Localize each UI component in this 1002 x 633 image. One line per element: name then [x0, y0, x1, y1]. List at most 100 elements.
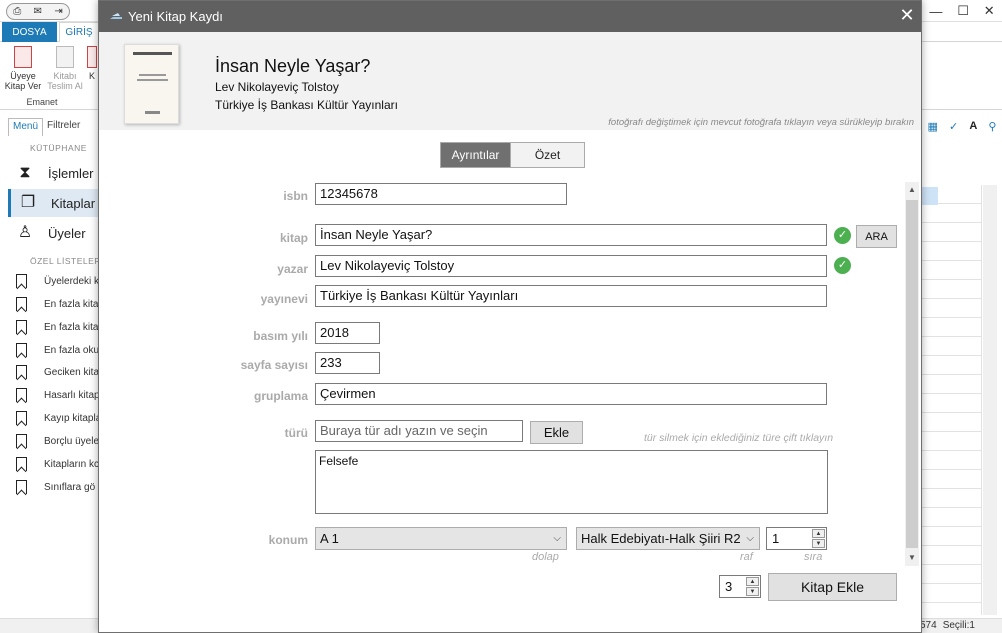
genre-list-item[interactable]: Felsefe: [319, 454, 824, 468]
stepper-up-icon[interactable]: ▲: [812, 529, 825, 538]
tab-file[interactable]: DOSYA: [2, 22, 57, 42]
close-window-icon[interactable]: ✕: [984, 3, 995, 19]
quick-access-toolbar[interactable]: ⎙ ✉ ⇥: [6, 3, 70, 20]
search-button[interactable]: ARA: [856, 225, 897, 248]
books-grid[interactable]: [922, 185, 982, 615]
book-out-icon: [14, 46, 32, 68]
list-item[interactable]: Geciken kita: [16, 363, 99, 381]
author-input[interactable]: Lev Nikolayeviç Tolstoy: [315, 255, 827, 277]
bookmark-icon: [16, 320, 27, 334]
font-size-icon[interactable]: A: [969, 120, 977, 132]
lend-book-button[interactable]: Üyeye Kitap Ver: [1, 46, 45, 91]
sidebar-item-operations[interactable]: ⧗ İşlemler: [8, 159, 99, 187]
books-icon: ❐: [20, 194, 36, 211]
tab-summary[interactable]: Özet: [510, 143, 584, 167]
sidebar-tabs: Menü Filtreler: [8, 118, 84, 136]
bookmark-icon: [16, 411, 27, 425]
search-icon[interactable]: ⚲: [988, 120, 996, 133]
scroll-up-icon[interactable]: ▲: [905, 182, 919, 198]
publisher-input[interactable]: Türkiye İş Bankası Kültür Yayınları: [315, 285, 827, 307]
isbn-input[interactable]: 12345678: [315, 183, 567, 205]
tab-menu[interactable]: Menü: [8, 118, 44, 136]
year-label: basım yılı: [253, 329, 308, 343]
shelf-caption: raf: [740, 551, 753, 563]
mail-icon[interactable]: ✉: [34, 6, 42, 17]
list-item[interactable]: En fazla kita: [16, 295, 99, 313]
close-icon[interactable]: ✕: [896, 4, 918, 26]
list-item[interactable]: Kitapların kc: [16, 455, 99, 473]
list-item[interactable]: Borçlu üyele: [16, 432, 99, 450]
genre-hint: tür silmek için eklediğiniz türe çift tı…: [644, 432, 834, 444]
bookmark-icon: [16, 480, 27, 494]
maximize-icon[interactable]: ☐: [957, 3, 969, 19]
special-lists-label: ÖZEL LİSTELER: [30, 256, 101, 266]
stepper-down-icon[interactable]: ▼: [746, 587, 759, 596]
book-title: İnsan Neyle Yaşar?: [215, 56, 371, 76]
list-item[interactable]: En fazla oku: [16, 341, 99, 359]
ribbon-partial-label: K: [88, 71, 95, 81]
tab-details[interactable]: Ayrıntılar: [441, 143, 511, 167]
scroll-down-icon[interactable]: ▼: [905, 550, 919, 566]
list-item-label: Kayıp kitapla: [44, 412, 99, 424]
genre-input[interactable]: Buraya tür adı yazın ve seçin: [315, 420, 523, 442]
list-item[interactable]: En fazla kita: [16, 318, 99, 336]
list-item-label: Üyelerdeki k: [44, 275, 99, 287]
stepper-up-icon[interactable]: ▲: [746, 577, 759, 586]
add-book-button[interactable]: Kitap Ekle: [768, 573, 897, 601]
publisher-label: yayınevi: [260, 292, 308, 306]
sidebar-item-members[interactable]: ♙ Üyeler: [8, 219, 99, 247]
ribbon-partial-icon: [87, 46, 97, 68]
grouping-input[interactable]: Çevirmen: [315, 383, 827, 405]
bookmark-icon: [16, 274, 27, 288]
pages-input[interactable]: 233: [315, 352, 380, 374]
grid-toolbar: ▦ ✓ A ⚲: [922, 116, 1002, 136]
list-item[interactable]: Sınıflara gö: [16, 478, 99, 496]
book-title-input[interactable]: İnsan Neyle Yaşar?: [315, 224, 827, 246]
selected-count: Seçili:1: [942, 620, 975, 631]
tab-filters[interactable]: Filtreler: [43, 118, 84, 136]
bookmark-icon: [16, 343, 27, 357]
sidebar-item-books[interactable]: ❐ Kitaplar: [8, 189, 99, 217]
bookmark-icon: [16, 457, 27, 471]
book-in-icon: [56, 46, 74, 68]
book-cover-image[interactable]: [124, 44, 179, 124]
list-item-label: Sınıflara gö: [44, 481, 96, 493]
cabinet-select[interactable]: A 1 ⌵: [315, 527, 567, 550]
chevron-down-icon: ⌵: [746, 533, 754, 544]
copies-stepper[interactable]: 3 ▲ ▼: [719, 575, 761, 598]
return-book-button[interactable]: Kitabı Teslim Al: [43, 46, 87, 91]
list-item[interactable]: Hasarlı kitap: [16, 386, 99, 404]
export-icon[interactable]: ⇥: [54, 6, 62, 17]
status-info: 574 Seçili:1: [920, 618, 1002, 633]
genre-list[interactable]: Felsefe: [315, 450, 828, 514]
sidebar-item-label: Kitaplar: [51, 195, 96, 211]
shelf-select[interactable]: Halk Edebiyatı-Halk Şiiri R2 ⌵: [576, 527, 760, 550]
grid-selected-row[interactable]: [922, 187, 938, 205]
book-publisher: Türkiye İş Bankası Kültür Yayınları: [215, 98, 398, 112]
bookmark-icon: [16, 434, 27, 448]
sidebar-item-label: Üyeler: [48, 225, 86, 241]
add-genre-button[interactable]: Ekle: [530, 421, 583, 444]
year-input[interactable]: 2018: [315, 322, 380, 344]
list-item[interactable]: Kayıp kitapla: [16, 409, 99, 427]
order-stepper[interactable]: 1 ▲ ▼: [766, 527, 827, 550]
list-item-label: En fazla kita: [44, 321, 99, 333]
user-icon: ♙: [17, 224, 33, 241]
list-item[interactable]: Üyelerdeki k: [16, 272, 99, 290]
ribbon-button-partial[interactable]: K: [86, 46, 98, 81]
grid-scrollbar[interactable]: [983, 185, 997, 615]
list-item-label: Kitapların kc: [44, 458, 99, 470]
list-item-label: Borçlu üyele: [44, 435, 99, 447]
image-icon[interactable]: ▦: [928, 120, 938, 133]
author-label: yazar: [277, 262, 308, 276]
minimize-icon[interactable]: —: [929, 4, 942, 19]
sidebar-item-label: İşlemler: [48, 165, 94, 181]
spellcheck-icon[interactable]: ✓: [949, 120, 958, 133]
tab-home[interactable]: GİRİŞ: [59, 22, 99, 42]
library-section-label: KÜTÜPHANE: [30, 143, 87, 153]
order-caption: sıra: [804, 551, 823, 563]
print-icon[interactable]: ⎙: [13, 6, 21, 17]
return-book-label: Kitabı Teslim Al: [47, 71, 83, 91]
stepper-down-icon[interactable]: ▼: [812, 539, 825, 548]
scrollbar-thumb[interactable]: [906, 200, 918, 548]
